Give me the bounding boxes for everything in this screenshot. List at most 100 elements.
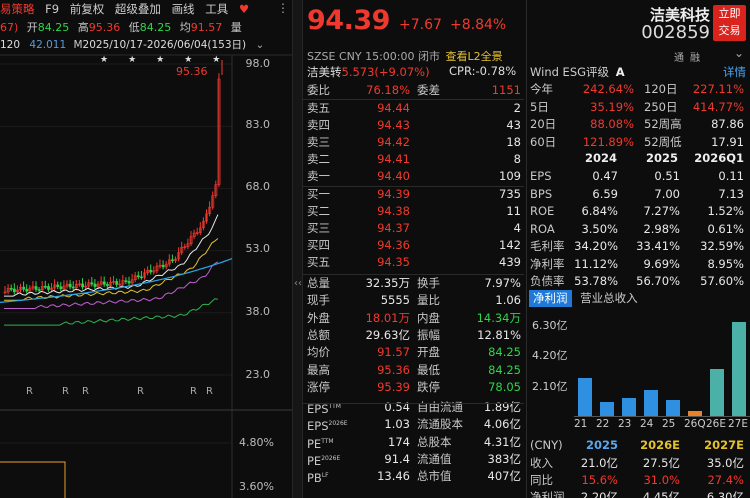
orderbook-level: 买四 [307, 238, 330, 252]
fin-row: ROE 6.84% 7.27% 1.52% [530, 203, 746, 220]
stat-label-text: PE [307, 436, 322, 451]
orderbook-price: 94.41 [377, 152, 410, 166]
fin-row: 负债率 53.78% 56.70% 57.60% [530, 273, 746, 290]
trade-button[interactable]: 立即 交易 [713, 5, 746, 41]
orderbook-level: 卖二 [307, 152, 330, 166]
candle-body [140, 276, 143, 279]
orderbook-level: 买三 [307, 221, 330, 235]
bar-mark [688, 410, 702, 416]
orderbook-volume: 11 [506, 204, 521, 218]
perf-label: 250日 [644, 99, 678, 114]
chevron-left-icon[interactable]: ‹‹ [294, 278, 302, 289]
orderbook-volume: 4 [513, 221, 521, 235]
candle-body [149, 269, 153, 273]
l2-link[interactable]: 查看L2全景 [446, 50, 503, 63]
forecast-row: 收入 21.0亿 27.5亿 35.0亿 [530, 455, 746, 472]
candle-body [22, 286, 26, 290]
stat-label-text: 均价 [307, 345, 330, 360]
fin-year: 2025 [645, 151, 678, 165]
perf-row: 20日 88.08% 52周高 87.86 [530, 116, 746, 133]
panel-splitter[interactable]: ‹‹ [292, 0, 303, 498]
forecast-value: 2.20亿 [580, 490, 618, 498]
stat-row: 现手 5555 量比 1.06 [307, 291, 521, 309]
bar-x-label: 23 [618, 418, 632, 430]
stock-code: 002859 [641, 22, 710, 43]
stat-label: 跌停 [417, 379, 440, 394]
stat-label: 流通值 [417, 452, 452, 466]
stat-label-sup: LF [321, 472, 329, 480]
stat-value: 29.63亿 [365, 327, 410, 342]
fin-row: EPS 0.47 0.51 0.11 [530, 168, 746, 185]
esg-detail-link[interactable]: 详情 [723, 64, 746, 81]
stat-label-text: EPS [307, 401, 329, 416]
perf-row: 5日 35.19% 250日 414.77% [530, 99, 746, 116]
price-change: +7.67 [399, 17, 442, 33]
stat-value: 84.25 [488, 345, 521, 360]
perf-value: 35.19% [590, 99, 634, 114]
tab-net-profit[interactable]: 净利润 [529, 290, 572, 307]
expand-icon[interactable]: ⌄ [734, 46, 744, 60]
candle-body [71, 286, 75, 289]
forecast-value: 35.0亿 [706, 456, 744, 470]
stat-label-text: PE [307, 453, 322, 468]
stat-label-text: 总额 [307, 327, 330, 342]
stat-label-text: 最高 [307, 362, 330, 377]
forecast-value: 15.6% [581, 473, 618, 487]
kline-panel[interactable]: 易策略 F9 前复权 超级叠加 画线 工具 ♥ 67) 开84.25 高95.3… [0, 0, 292, 498]
orderbook-level: 卖四 [307, 118, 330, 132]
weicha-label: 委差 [417, 83, 440, 97]
forecast-label: 收入 [530, 456, 553, 470]
orderbook-price: 94.43 [377, 118, 410, 132]
forecast-row: 净利润 2.20亿 4.45亿 6.30亿 [530, 489, 746, 498]
weibi-label: 委比 [307, 83, 330, 97]
perf-label: 60日 [530, 134, 557, 149]
orderbook-row: 卖三 94.42 18 [307, 133, 521, 151]
candle-body [68, 283, 72, 288]
bar-mark [666, 399, 680, 416]
stat-label-sup: TTM [321, 437, 334, 445]
fin-label: 净利率 [530, 256, 565, 271]
candle-body [25, 288, 29, 292]
fin-value: 0.11 [718, 169, 744, 183]
stat-label: 流通股本 [417, 417, 463, 432]
fin-value: 32.59% [700, 239, 744, 253]
tab-revenue[interactable]: 营业总收入 [580, 291, 638, 305]
r-marker: R [190, 386, 197, 397]
fin-value: 7.00 [654, 186, 680, 201]
stat-value: 7.97% [484, 276, 521, 290]
bar-mark [600, 402, 614, 416]
stat-row: PBLF 13.46 总市值 407亿 [307, 467, 521, 485]
fin-year: 2026Q1 [694, 151, 744, 165]
fin-label: 毛利率 [530, 239, 565, 253]
candle-body [9, 288, 13, 290]
candle-body [102, 281, 106, 285]
fin-value: 33.41% [636, 239, 680, 253]
bond-label[interactable]: 洁美转 [307, 65, 342, 79]
ma-line [4, 298, 218, 326]
price-axis-label: 98.0 [245, 57, 271, 70]
bar-mark [732, 322, 746, 416]
gear-icon[interactable]: ⋮ [277, 1, 289, 15]
candle-body [59, 286, 63, 290]
orderbook-price: 94.40 [377, 169, 410, 183]
orderbook-row: 买四 94.36 142 [307, 236, 521, 254]
bar-mark [710, 369, 724, 416]
fin-row: BPS 6.59 7.00 7.13 [530, 186, 746, 203]
forecast-value: 27.4% [707, 473, 744, 487]
bar-axis-label: 6.30亿 [532, 319, 568, 332]
sub-axis-label: 4.80% [239, 436, 274, 449]
bar-x-label: 27E [728, 418, 748, 430]
stat-value: 5555 [380, 293, 410, 308]
r-marker: R [137, 386, 144, 397]
candle-body [171, 259, 174, 262]
r-marker: R [26, 386, 33, 397]
fin-value: 56.70% [636, 274, 680, 288]
orderbook-row: 买二 94.38 11 [307, 202, 521, 220]
forecast-value: 27.5亿 [642, 456, 680, 470]
quote-time: 15:00:00 [365, 50, 415, 63]
orderbook-row: 卖五 94.44 2 [307, 99, 521, 117]
price-axis-label: 68.0 [245, 180, 271, 193]
stat-label: 自由流通 [417, 400, 463, 415]
r-marker: R [82, 386, 89, 397]
orderbook-volume: 8 [513, 152, 521, 166]
